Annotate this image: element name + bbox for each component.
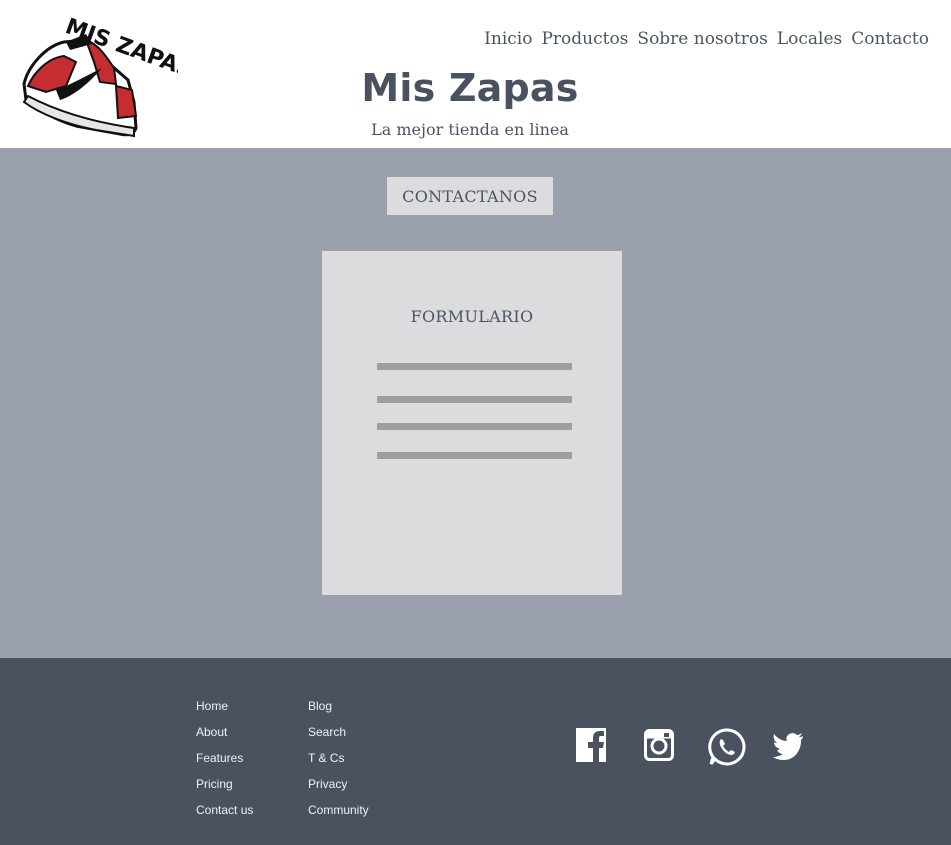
whatsapp-icon[interactable] <box>708 728 746 766</box>
footer-link-contact-us[interactable]: Contact us <box>196 802 253 828</box>
contact-form-card: FORMULARIO <box>322 251 622 595</box>
footer-link-search[interactable]: Search <box>308 724 369 750</box>
site-footer: Home About Features Pricing Contact us B… <box>0 658 951 845</box>
twitter-icon[interactable] <box>772 730 804 762</box>
contactanos-button[interactable]: CONTACTANOS <box>387 177 553 215</box>
form-field-line[interactable] <box>377 423 572 430</box>
page-subtitle: La mejor tienda en linea <box>371 120 569 139</box>
contact-section: CONTACTANOS FORMULARIO <box>0 148 951 658</box>
form-field-line[interactable] <box>377 396 572 403</box>
form-title: FORMULARIO <box>410 307 534 326</box>
nav-contacto[interactable]: Contacto <box>851 28 929 50</box>
nav-sobre-nosotros[interactable]: Sobre nosotros <box>637 28 767 50</box>
nav-productos[interactable]: Productos <box>541 28 628 50</box>
form-field-line[interactable] <box>377 363 572 370</box>
footer-link-community[interactable]: Community <box>308 802 369 828</box>
footer-link-pricing[interactable]: Pricing <box>196 776 253 802</box>
instagram-icon[interactable] <box>644 729 674 761</box>
nav-inicio[interactable]: Inicio <box>484 28 532 50</box>
main-nav: Inicio Productos Sobre nosotros Locales … <box>475 28 929 50</box>
footer-links-col-2: Blog Search T & Cs Privacy Community <box>308 698 369 828</box>
footer-link-blog[interactable]: Blog <box>308 698 369 724</box>
facebook-icon[interactable] <box>576 728 606 762</box>
nav-locales[interactable]: Locales <box>777 28 842 50</box>
page-title: Mis Zapas <box>361 66 579 110</box>
footer-links-col-1: Home About Features Pricing Contact us <box>196 698 253 828</box>
footer-link-home[interactable]: Home <box>196 698 253 724</box>
form-field-line[interactable] <box>377 452 572 459</box>
footer-link-privacy[interactable]: Privacy <box>308 776 369 802</box>
site-header: MIS ZAPAS Inicio Productos Sobre nosotro… <box>0 0 951 148</box>
footer-link-about[interactable]: About <box>196 724 253 750</box>
footer-link-features[interactable]: Features <box>196 750 253 776</box>
footer-link-tcs[interactable]: T & Cs <box>308 750 369 776</box>
